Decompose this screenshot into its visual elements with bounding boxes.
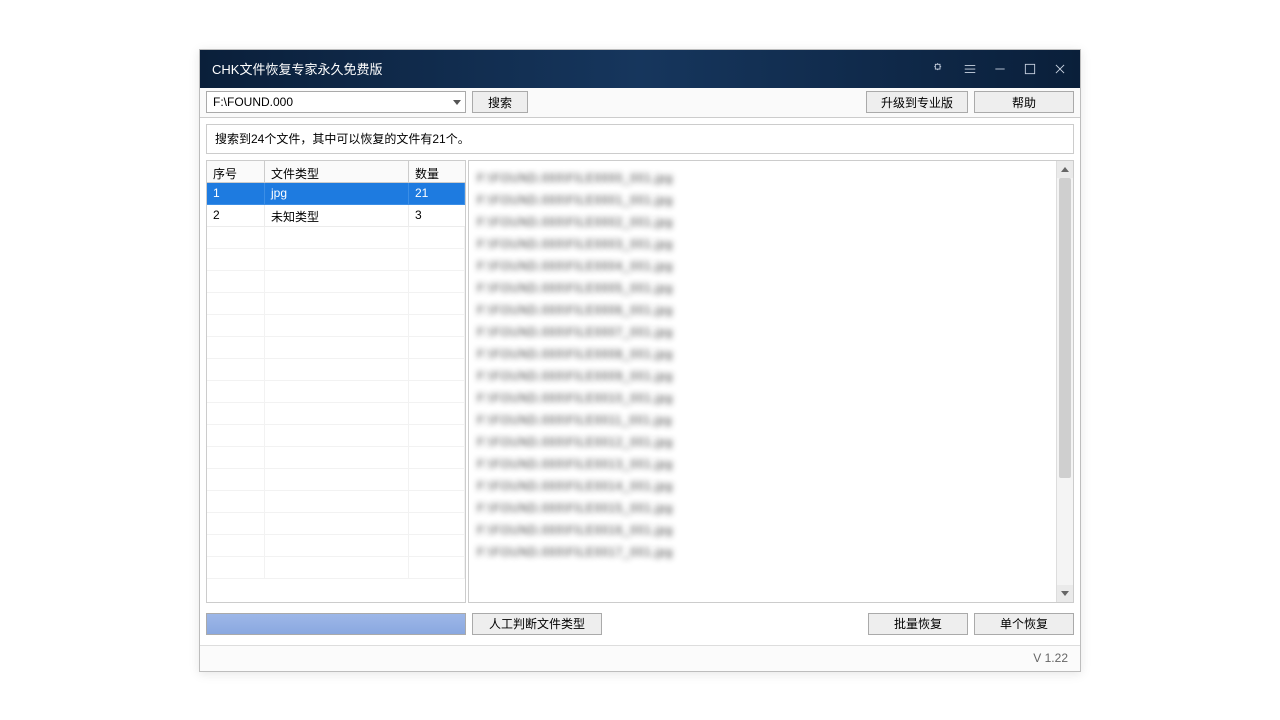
table-row-empty <box>207 403 465 425</box>
cell-seq: 1 <box>207 183 265 205</box>
table-row-empty <box>207 337 465 359</box>
list-item[interactable]: F:\FOUND.000\FILE0009_001.jpg <box>477 365 1048 387</box>
col-seq-header[interactable]: 序号 <box>207 161 265 182</box>
table-row[interactable]: 1jpg21 <box>207 183 465 205</box>
upgrade-button[interactable]: 升级到专业版 <box>866 91 968 113</box>
scrollbar[interactable] <box>1056 161 1073 602</box>
table-row-empty <box>207 491 465 513</box>
window-title: CHK文件恢复专家永久免费版 <box>212 59 382 78</box>
status-text: 搜索到24个文件，其中可以恢复的文件有21个。 <box>215 130 470 147</box>
table-row-empty <box>207 293 465 315</box>
path-combobox[interactable]: F:\FOUND.000 <box>206 91 466 113</box>
status-bar: 搜索到24个文件，其中可以恢复的文件有21个。 <box>206 124 1074 154</box>
toolbar: F:\FOUND.000 搜索 升级到专业版 帮助 <box>200 88 1080 118</box>
cell-count: 21 <box>409 183 465 205</box>
table-row-empty <box>207 557 465 579</box>
table-header: 序号 文件类型 数量 <box>207 161 465 183</box>
progress-bar <box>206 613 466 635</box>
table-row-empty <box>207 271 465 293</box>
scroll-down-icon[interactable] <box>1057 585 1073 602</box>
theme-icon[interactable] <box>932 61 948 77</box>
bottom-toolbar: 人工判断文件类型 批量恢复 单个恢复 <box>206 609 1074 639</box>
list-item[interactable]: F:\FOUND.000\FILE0000_001.jpg <box>477 167 1048 189</box>
cell-type: 未知类型 <box>265 205 409 227</box>
scroll-thumb[interactable] <box>1059 178 1071 478</box>
footer: V 1.22 <box>200 645 1080 671</box>
list-item[interactable]: F:\FOUND.000\FILE0004_001.jpg <box>477 255 1048 277</box>
list-item[interactable]: F:\FOUND.000\FILE0017_001.jpg <box>477 541 1048 563</box>
list-item[interactable]: F:\FOUND.000\FILE0012_001.jpg <box>477 431 1048 453</box>
list-item[interactable]: F:\FOUND.000\FILE0008_001.jpg <box>477 343 1048 365</box>
title-bar[interactable]: CHK文件恢复专家永久免费版 <box>200 50 1080 88</box>
table-row-empty <box>207 447 465 469</box>
list-item[interactable]: F:\FOUND.000\FILE0006_001.jpg <box>477 299 1048 321</box>
list-item[interactable]: F:\FOUND.000\FILE0015_001.jpg <box>477 497 1048 519</box>
table-row-empty <box>207 249 465 271</box>
batch-recover-button[interactable]: 批量恢复 <box>868 613 968 635</box>
path-value: F:\FOUND.000 <box>213 95 293 109</box>
list-item[interactable]: F:\FOUND.000\FILE0011_001.jpg <box>477 409 1048 431</box>
table-row[interactable]: 2未知类型3 <box>207 205 465 227</box>
type-table: 序号 文件类型 数量 1jpg212未知类型3 <box>206 160 466 603</box>
minimize-icon[interactable] <box>992 61 1008 77</box>
table-row-empty <box>207 513 465 535</box>
table-body: 1jpg212未知类型3 <box>207 183 465 602</box>
file-list-panel: F:\FOUND.000\FILE0000_001.jpgF:\FOUND.00… <box>468 160 1074 603</box>
table-row-empty <box>207 469 465 491</box>
table-row-empty <box>207 227 465 249</box>
app-window: CHK文件恢复专家永久免费版 F:\FOUND.000 搜索 升级到专业版 帮助… <box>199 49 1081 672</box>
table-row-empty <box>207 535 465 557</box>
table-row-empty <box>207 381 465 403</box>
list-item[interactable]: F:\FOUND.000\FILE0010_001.jpg <box>477 387 1048 409</box>
list-item[interactable]: F:\FOUND.000\FILE0007_001.jpg <box>477 321 1048 343</box>
col-type-header[interactable]: 文件类型 <box>265 161 409 182</box>
list-item[interactable]: F:\FOUND.000\FILE0005_001.jpg <box>477 277 1048 299</box>
main-area: 序号 文件类型 数量 1jpg212未知类型3 F:\FOUND.000\FIL… <box>206 160 1074 603</box>
table-row-empty <box>207 315 465 337</box>
table-row-empty <box>207 359 465 381</box>
judge-type-button[interactable]: 人工判断文件类型 <box>472 613 602 635</box>
close-icon[interactable] <box>1052 61 1068 77</box>
maximize-icon[interactable] <box>1022 61 1038 77</box>
list-item[interactable]: F:\FOUND.000\FILE0003_001.jpg <box>477 233 1048 255</box>
single-recover-button[interactable]: 单个恢复 <box>974 613 1074 635</box>
list-item[interactable]: F:\FOUND.000\FILE0013_001.jpg <box>477 453 1048 475</box>
help-button[interactable]: 帮助 <box>974 91 1074 113</box>
col-count-header[interactable]: 数量 <box>409 161 465 182</box>
search-button[interactable]: 搜索 <box>472 91 528 113</box>
scroll-track[interactable] <box>1057 178 1073 585</box>
chevron-down-icon <box>453 100 461 105</box>
list-item[interactable]: F:\FOUND.000\FILE0014_001.jpg <box>477 475 1048 497</box>
table-row-empty <box>207 425 465 447</box>
file-list[interactable]: F:\FOUND.000\FILE0000_001.jpgF:\FOUND.00… <box>469 161 1056 602</box>
cell-seq: 2 <box>207 205 265 227</box>
cell-count: 3 <box>409 205 465 227</box>
scroll-up-icon[interactable] <box>1057 161 1073 178</box>
window-controls <box>932 61 1068 77</box>
cell-type: jpg <box>265 183 409 205</box>
version-label: V 1.22 <box>1033 651 1068 665</box>
list-item[interactable]: F:\FOUND.000\FILE0002_001.jpg <box>477 211 1048 233</box>
list-item[interactable]: F:\FOUND.000\FILE0001_001.jpg <box>477 189 1048 211</box>
list-item[interactable]: F:\FOUND.000\FILE0016_001.jpg <box>477 519 1048 541</box>
menu-icon[interactable] <box>962 61 978 77</box>
